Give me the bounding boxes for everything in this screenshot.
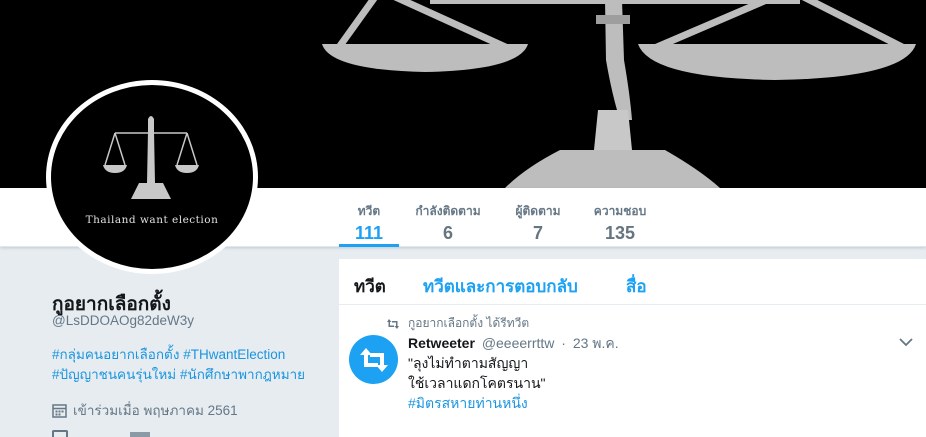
tweet-line: "ลุงไม่ทำตามสัญญา: [408, 355, 529, 371]
hashtag-link[interactable]: #นักศึกษาพากฎหมาย: [180, 367, 305, 382]
stat-followers-count: 7: [532, 223, 543, 243]
tweet-text: "ลุงไม่ทำตามสัญญา ใช้เวลาแดกโคตรนาน" #มิ…: [408, 353, 545, 413]
hashtag-link[interactable]: #ปัญญาชนคนรุ่นใหม่: [52, 367, 176, 382]
stat-tweets-label: ทวีต: [357, 204, 381, 218]
avatar-image: Thailand want election: [51, 85, 253, 269]
stat-followers[interactable]: ผู้ติดตาม 7: [511, 188, 565, 247]
stat-following[interactable]: กำลังติดตาม 6: [410, 188, 486, 247]
retweet-context: กูอยากเลือกตั้ง ได้รีทวีต: [386, 314, 529, 333]
profile-handle[interactable]: @LsDDOAOg82deW3y: [52, 313, 194, 328]
retweet-context-text[interactable]: กูอยากเลือกตั้ง ได้รีทวีต: [408, 314, 529, 333]
scales-icon: [103, 116, 199, 199]
stat-likes-count: 135: [604, 223, 636, 243]
tweet-author-name[interactable]: Retweeter: [408, 335, 475, 351]
stat-tweets-count: 111: [354, 223, 384, 243]
stat-likes[interactable]: ความชอบ 135: [589, 188, 651, 247]
tweet-header: Retweeter @eeeerrttw · 23 พ.ค.: [408, 333, 619, 355]
chevron-down-icon[interactable]: [899, 337, 913, 347]
cropped-meta: [130, 432, 150, 437]
tweet-line: ใช้เวลาแดกโคตรนาน": [408, 375, 546, 391]
retweet-icon: [359, 347, 388, 372]
stat-following-count: 6: [442, 223, 453, 243]
stat-followers-label: ผู้ติดตาม: [515, 204, 561, 218]
joined-date: เข้าร่วมเมื่อ พฤษภาคม 2561: [52, 399, 238, 421]
hashtag-link[interactable]: #THwantElection: [183, 347, 285, 362]
stat-tweets[interactable]: ทวีต 111: [339, 188, 399, 247]
joined-text: เข้าร่วมเมื่อ พฤษภาคม 2561: [73, 403, 238, 418]
bio-line-1: #กลุ่มคนอยากเลือกตั้ง #THwantElection: [52, 345, 312, 365]
stat-following-label: กำลังติดตาม: [415, 204, 481, 218]
separator-dot: ·: [561, 335, 566, 351]
tweet-author-handle[interactable]: @eeeerrttw: [482, 335, 555, 351]
hashtag-link[interactable]: #กลุ่มคนอยากเลือกตั้ง: [52, 347, 179, 362]
calendar-icon: [52, 403, 67, 418]
photos-icon: [52, 430, 68, 437]
tweet-hashtag-link[interactable]: #มิตรสหายท่านหนึ่ง: [408, 393, 545, 413]
tweet[interactable]: กูอยากเลือกตั้ง ได้รีทวีต Retweeter @eee…: [338, 259, 926, 437]
tweet-date[interactable]: 23 พ.ค.: [573, 335, 619, 351]
stat-likes-label: ความชอบ: [593, 204, 647, 218]
retweet-icon: [387, 318, 399, 329]
profile-bio: #กลุ่มคนอยากเลือกตั้ง #THwantElection #ป…: [52, 345, 312, 385]
profile-avatar[interactable]: Thailand want election: [46, 80, 258, 274]
bio-line-2: #ปัญญาชนคนรุ่นใหม่ #นักศึกษาพากฎหมาย: [52, 365, 312, 385]
tweet-author-avatar[interactable]: [349, 335, 398, 384]
avatar-caption: Thailand want election: [85, 214, 219, 226]
